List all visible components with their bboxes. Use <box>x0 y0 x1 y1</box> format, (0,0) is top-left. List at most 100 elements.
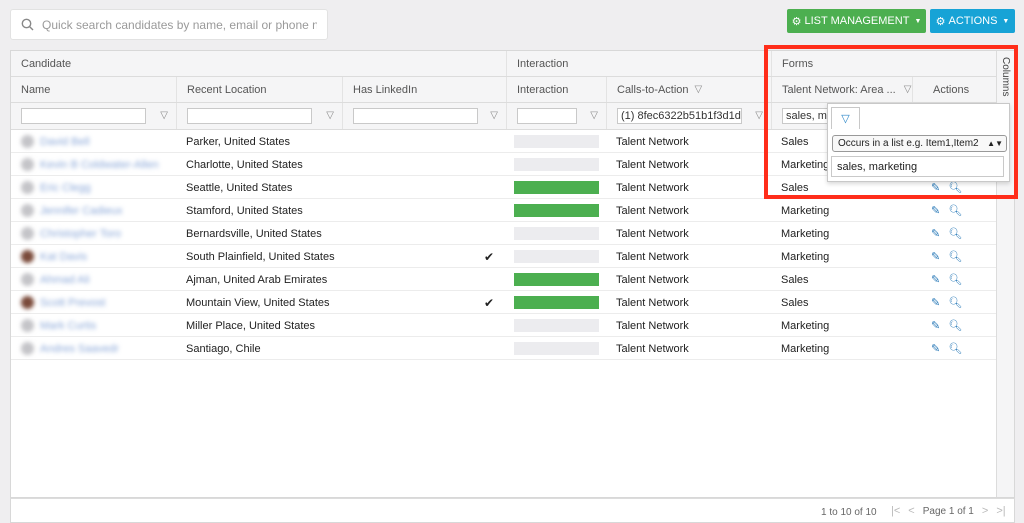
filter-cell-interaction: ▽ <box>506 103 606 129</box>
talent-network-area: Sales <box>781 273 809 286</box>
recent-location: Charlotte, United States <box>186 158 303 171</box>
candidate-name-link[interactable]: Jennifer Cadieux <box>11 199 176 222</box>
call-to-action: Talent Network <box>616 319 689 332</box>
linkedin-check <box>342 130 506 153</box>
columns-tab-label: Columns <box>1000 57 1011 97</box>
column-header-interaction[interactable]: Interaction <box>506 77 606 102</box>
recent-location: Stamford, United States <box>186 204 303 217</box>
search-input[interactable] <box>42 17 317 32</box>
linkedin-check <box>342 153 506 176</box>
table-row[interactable]: Jennifer Cadieux Stamford, United States T… <box>11 199 997 222</box>
candidate-name: Mark Curtis <box>40 319 97 332</box>
edit-pencil-icon[interactable]: ✎ <box>931 296 940 309</box>
edit-pencil-icon[interactable]: ✎ <box>931 319 940 332</box>
quick-search-box[interactable] <box>10 9 328 40</box>
calls-to-action-filter-input[interactable]: (1) 8fec6322b51b1f3d1d <box>617 108 742 124</box>
view-magnifier-icon[interactable]: 🔍︎ <box>948 342 962 355</box>
filter-icon[interactable]: ▽ <box>590 110 598 121</box>
interaction-bar <box>514 181 599 194</box>
candidate-name: David Bell <box>40 135 90 148</box>
interaction-bar <box>514 158 599 171</box>
call-to-action: Talent Network <box>616 342 689 355</box>
avatar <box>21 204 34 217</box>
interaction-bar <box>514 273 599 286</box>
filter-tab-icon[interactable]: ▽ <box>831 107 860 129</box>
candidate-name-link[interactable]: Eric Clegg <box>11 176 176 199</box>
prev-page-icon[interactable]: < <box>908 505 914 517</box>
candidate-name-link[interactable]: Scott Prevost <box>11 291 176 314</box>
candidate-name-link[interactable]: David Bell <box>11 130 176 153</box>
candidate-name-link[interactable]: Kat Davis <box>11 245 176 268</box>
filter-icon: ▽ <box>903 84 912 95</box>
name-filter-input[interactable] <box>21 108 146 124</box>
view-magnifier-icon[interactable]: 🔍︎ <box>948 250 962 263</box>
location-filter-input[interactable] <box>187 108 312 124</box>
edit-pencil-icon[interactable]: ✎ <box>931 227 940 240</box>
talent-network-area: Sales <box>781 296 809 309</box>
column-header-has-linkedin[interactable]: Has LinkedIn <box>342 77 506 102</box>
table-row[interactable]: Ahmad Ali Ajman, United Arab Emirates Tale… <box>11 268 997 291</box>
column-header-name[interactable]: Name <box>11 77 176 102</box>
actions-label: ACTIONS <box>948 15 998 27</box>
table-row[interactable]: Andres Saavedr Santiago, Chile Talent Netw… <box>11 337 997 360</box>
filter-icon[interactable]: ▽ <box>326 110 334 121</box>
view-magnifier-icon[interactable]: 🔍︎ <box>948 204 962 217</box>
edit-pencil-icon[interactable]: ✎ <box>931 342 940 355</box>
row-count: 1 to 10 of 10 <box>821 507 877 518</box>
interaction-bar <box>514 250 599 263</box>
table-row[interactable]: Scott Prevost Mountain View, United State… <box>11 291 997 314</box>
interaction-bar <box>514 296 599 309</box>
filter-operator-value: Occurs in a list e.g. Item1,Item2 <box>838 138 979 149</box>
recent-location: Bernardsville, United States <box>186 227 322 240</box>
recent-location: Seattle, United States <box>186 181 293 194</box>
candidate-name-link[interactable]: Kevin B Coldwater-Allen <box>11 153 176 176</box>
avatar <box>21 342 34 355</box>
filter-icon[interactable]: ▽ <box>160 110 168 121</box>
table-row[interactable]: Kat Davis South Plainfield, United States… <box>11 245 997 268</box>
talent-network-area: Marketing <box>781 342 830 355</box>
edit-pencil-icon[interactable]: ✎ <box>931 204 940 217</box>
linkedin-check <box>342 199 506 222</box>
list-management-button[interactable]: ⚙ LIST MANAGEMENT ▼ <box>787 9 926 33</box>
pager-nav: |< < Page 1 of 1 > >| <box>891 505 1006 517</box>
candidate-name-link[interactable]: Christopher Toro <box>11 222 176 245</box>
next-page-icon[interactable]: > <box>982 505 988 517</box>
recent-location: Mountain View, United States <box>186 296 330 309</box>
filter-icon[interactable]: ▽ <box>490 110 498 121</box>
view-magnifier-icon[interactable]: 🔍︎ <box>948 227 962 240</box>
table-row[interactable]: Christopher Toro Bernardsville, United St… <box>11 222 997 245</box>
gear-icon: ⚙ <box>935 15 946 28</box>
candidate-name-link[interactable]: Ahmad Ali <box>11 268 176 291</box>
column-header-calls-to-action[interactable]: Calls-to-Action ▽ <box>606 77 771 102</box>
avatar <box>21 273 34 286</box>
edit-pencil-icon[interactable]: ✎ <box>931 181 940 194</box>
view-magnifier-icon[interactable]: 🔍︎ <box>948 273 962 286</box>
filter-icon[interactable]: ▽ <box>755 110 763 121</box>
group-header-candidate: Candidate <box>21 57 72 70</box>
candidate-name-link[interactable]: Mark Curtis <box>11 314 176 337</box>
recent-location: Ajman, United Arab Emirates <box>186 273 328 286</box>
filter-operator-select[interactable]: Occurs in a list e.g. Item1,Item2 ▲▼ <box>832 135 1007 152</box>
column-filter-popup: ▽ Occurs in a list e.g. Item1,Item2 ▲▼ s… <box>827 103 1010 182</box>
view-magnifier-icon[interactable]: 🔍︎ <box>948 181 962 194</box>
recent-location: Parker, United States <box>186 135 290 148</box>
candidate-name-link[interactable]: Andres Saavedr <box>11 337 176 360</box>
edit-pencil-icon[interactable]: ✎ <box>931 273 940 286</box>
edit-pencil-icon[interactable]: ✎ <box>931 250 940 263</box>
last-page-icon[interactable]: >| <box>996 505 1005 517</box>
view-magnifier-icon[interactable]: 🔍︎ <box>948 319 962 332</box>
interaction-bar <box>514 342 599 355</box>
actions-button[interactable]: ⚙ ACTIONS ▼ <box>930 9 1015 33</box>
pagination-bar: 1 to 10 of 10 |< < Page 1 of 1 > >| <box>10 498 1015 523</box>
filter-value-input[interactable]: sales, marketing <box>831 156 1004 177</box>
column-header-talent-network-area[interactable]: Talent Network: Area ... ▽ <box>771 77 912 102</box>
column-header-recent-location[interactable]: Recent Location <box>176 77 342 102</box>
linkedin-filter-input[interactable] <box>353 108 478 124</box>
interaction-filter-input[interactable] <box>517 108 577 124</box>
caret-down-icon: ▼ <box>1002 17 1010 25</box>
row-actions: ✎ 🔍︎ <box>921 222 991 245</box>
interaction-bar <box>514 319 599 332</box>
first-page-icon[interactable]: |< <box>891 505 900 517</box>
view-magnifier-icon[interactable]: 🔍︎ <box>948 296 962 309</box>
table-row[interactable]: Mark Curtis Miller Place, United States Ta… <box>11 314 997 337</box>
